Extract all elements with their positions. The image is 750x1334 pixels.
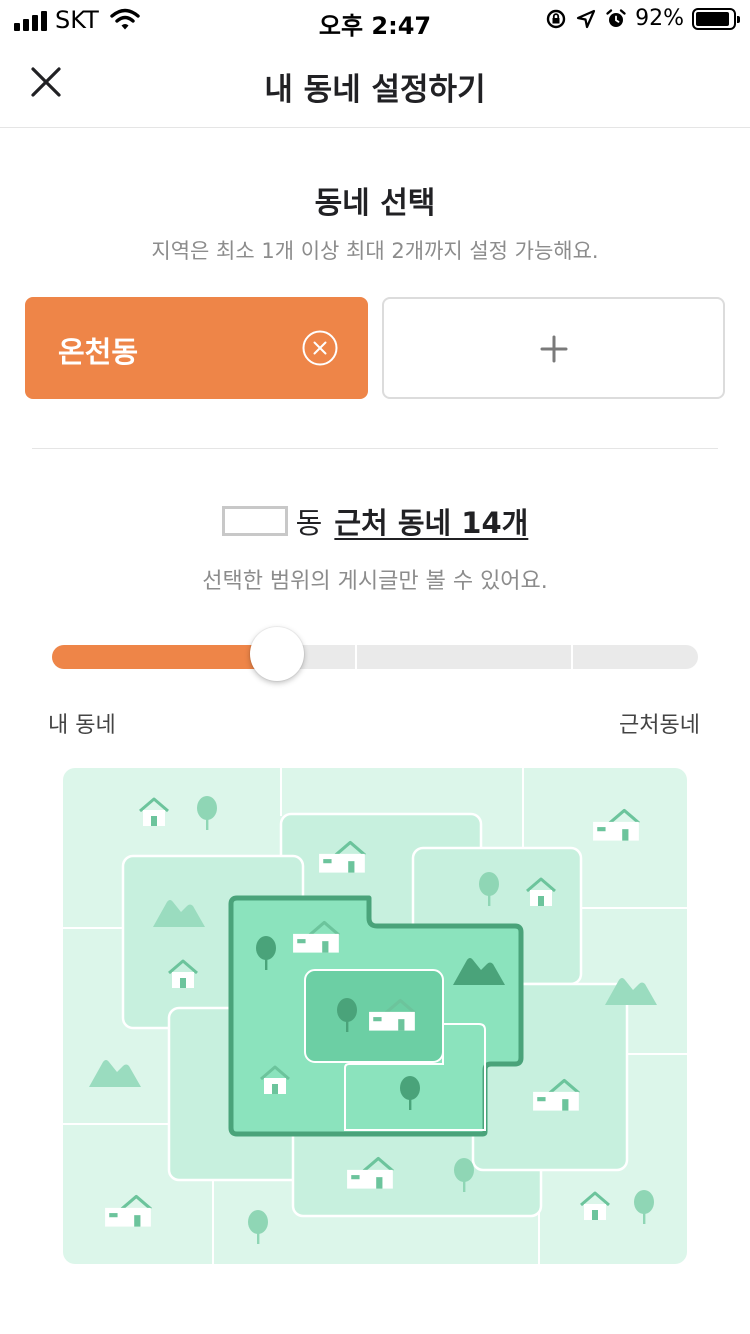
range-slider-track[interactable] (52, 645, 698, 669)
neighborhood-map-illustration (63, 768, 687, 1264)
range-max-label: 근처동네 (619, 713, 700, 738)
range-slider-fill (52, 645, 265, 669)
dong-suffix: 동 (295, 506, 323, 540)
neighborhood-select-subtitle: 지역은 최소 1개 이상 최대 2개까지 설정 가능해요. (151, 239, 599, 263)
add-neighborhood-button[interactable] (382, 297, 725, 399)
neighborhood-select-title: 동네 선택 (314, 186, 436, 221)
range-slider-step-tick (571, 645, 573, 669)
status-bar: SKT 오후 2:47 92% (0, 0, 750, 40)
selected-neighborhood-label: 온천동 (58, 335, 139, 369)
alarm-icon (606, 8, 626, 27)
remove-circle-icon (302, 330, 338, 366)
range-min-label: 내 동네 (48, 713, 116, 738)
nearby-count-row: 동 근처 동네 14개 (0, 500, 750, 542)
selected-neighborhood-chip[interactable]: 온천동 (25, 297, 368, 399)
range-slider-thumb[interactable] (250, 627, 304, 681)
status-right-group: 92% (545, 6, 740, 31)
page-title: 내 동네 설정하기 (264, 72, 486, 108)
battery-icon (692, 7, 740, 30)
neighborhood-name-placeholder (221, 506, 288, 536)
nearby-neighborhoods-link[interactable]: 근처 동네 14개 (334, 500, 528, 542)
remove-neighborhood-button[interactable] (301, 329, 339, 367)
navigation-bar: 내 동네 설정하기 (0, 40, 750, 128)
battery-fill (696, 11, 730, 26)
section-divider (32, 448, 718, 449)
plus-icon (540, 335, 568, 363)
range-subtitle: 선택한 범위의 게시글만 볼 수 있어요. (202, 569, 548, 594)
battery-percent: 92% (635, 6, 684, 31)
neighborhood-settings-screen: SKT 오후 2:47 92% 내 동네 설정하기 동네 선택 지역은 최소 1… (0, 0, 750, 1334)
location-icon (576, 9, 596, 28)
orientation-lock-icon (546, 9, 566, 28)
range-slider-step-tick (355, 645, 357, 669)
